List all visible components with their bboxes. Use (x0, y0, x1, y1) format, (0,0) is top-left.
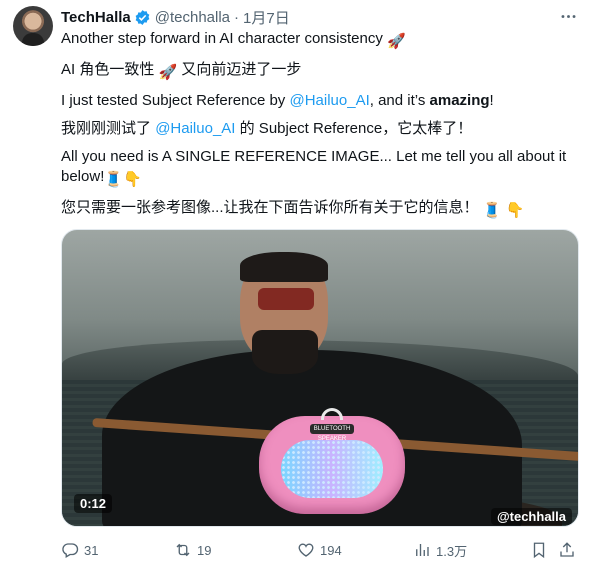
verified-badge-icon[interactable] (134, 9, 151, 26)
bookmark-button[interactable] (530, 539, 548, 561)
heart-icon (298, 543, 314, 557)
face-paint (258, 288, 314, 310)
author-handle[interactable]: @techhalla (155, 9, 230, 26)
views-chart-icon (416, 544, 429, 556)
video-player[interactable]: BLUETOOTH SPEAKER 0:12 @techhalla (61, 229, 579, 527)
tweet-line-1: Another step forward in AI character con… (61, 29, 581, 52)
rocket-icon: 🚀 (387, 33, 406, 50)
views-count: 1.3万 (436, 543, 468, 559)
tweet-line-3-middle: , and it’s (369, 92, 426, 109)
tweet-line-3-end: ! (489, 92, 494, 109)
reply-button[interactable]: 31 (61, 539, 98, 561)
author-name[interactable]: TechHalla (61, 9, 131, 26)
tweet-date[interactable]: 1月7日 (243, 7, 290, 28)
retweet-count: 19 (197, 542, 212, 558)
tweet-line-3: I just tested Subject Reference by @Hail… (61, 91, 581, 111)
avatar[interactable] (13, 6, 53, 46)
reply-icon (62, 543, 79, 558)
thread-icon: 🧵 (104, 171, 124, 188)
tweet-line-4: 我刚刚测试了 @Hailuo_AI 的 Subject Reference，它太… (61, 119, 581, 139)
tweet-line-3-bold: amazing (429, 92, 490, 109)
video-duration: 0:12 (74, 494, 113, 513)
tweet-header: TechHalla @techhalla · 1月7日 (61, 7, 290, 27)
tweet-line-6: 您只需要一张参考图像...让我在下面告诉你所有关于它的信息！ 🧵 👇 (61, 198, 581, 221)
views-button[interactable]: 1.3万 (413, 539, 467, 561)
like-count: 194 (320, 542, 342, 558)
mention-link[interactable]: @Hailuo_AI (289, 92, 369, 109)
point-down-icon: 👇 (123, 171, 142, 188)
retweet-button[interactable]: 19 (174, 539, 211, 561)
tweet-line-5: All you need is A SINGLE REFERENCE IMAGE… (61, 147, 581, 190)
bookmark-icon (533, 542, 545, 559)
separator-dot: · (234, 8, 240, 26)
reply-count: 31 (84, 542, 99, 558)
thread-icon: 🧵 (482, 202, 502, 219)
speaker-grille (281, 440, 383, 498)
tweet-line-4-suffix: 的 Subject Reference，它太棒了！ (239, 120, 473, 137)
rocket-icon: 🚀 (158, 64, 178, 81)
tweet-line-2-prefix: AI 角色一致性 (61, 61, 155, 78)
tweet-line-6-text: 您只需要一张参考图像...让我在下面告诉你所有关于它的信息！ (61, 199, 479, 216)
tweet-line-4-prefix: 我刚刚测试了 (61, 120, 152, 137)
tweet-line-2-suffix: 又向前迈进了一步 (181, 61, 302, 78)
tweet-line-1-text: Another step forward in AI character con… (61, 30, 383, 47)
like-button[interactable]: 194 (297, 539, 342, 561)
share-button[interactable] (558, 539, 576, 561)
more-horizontal-icon[interactable] (557, 6, 579, 26)
tweet-line-2: AI 角色一致性 🚀 又向前迈进了一步 (61, 60, 581, 83)
share-icon (560, 542, 574, 557)
point-down-icon: 👇 (505, 202, 525, 219)
speaker-brand-label: BLUETOOTH SPEAKER (310, 424, 354, 442)
mention-link[interactable]: @Hailuo_AI (155, 120, 235, 137)
beard (252, 330, 318, 374)
pink-speaker: BLUETOOTH SPEAKER (259, 408, 405, 514)
tweet-line-3-prefix: I just tested Subject Reference by (61, 92, 286, 109)
video-watermark: @techhalla (490, 508, 572, 525)
tweet-text: Another step forward in AI character con… (61, 29, 581, 229)
retweet-icon (176, 543, 190, 557)
tweet-actions: 31 19 194 1.3万 (61, 539, 581, 561)
